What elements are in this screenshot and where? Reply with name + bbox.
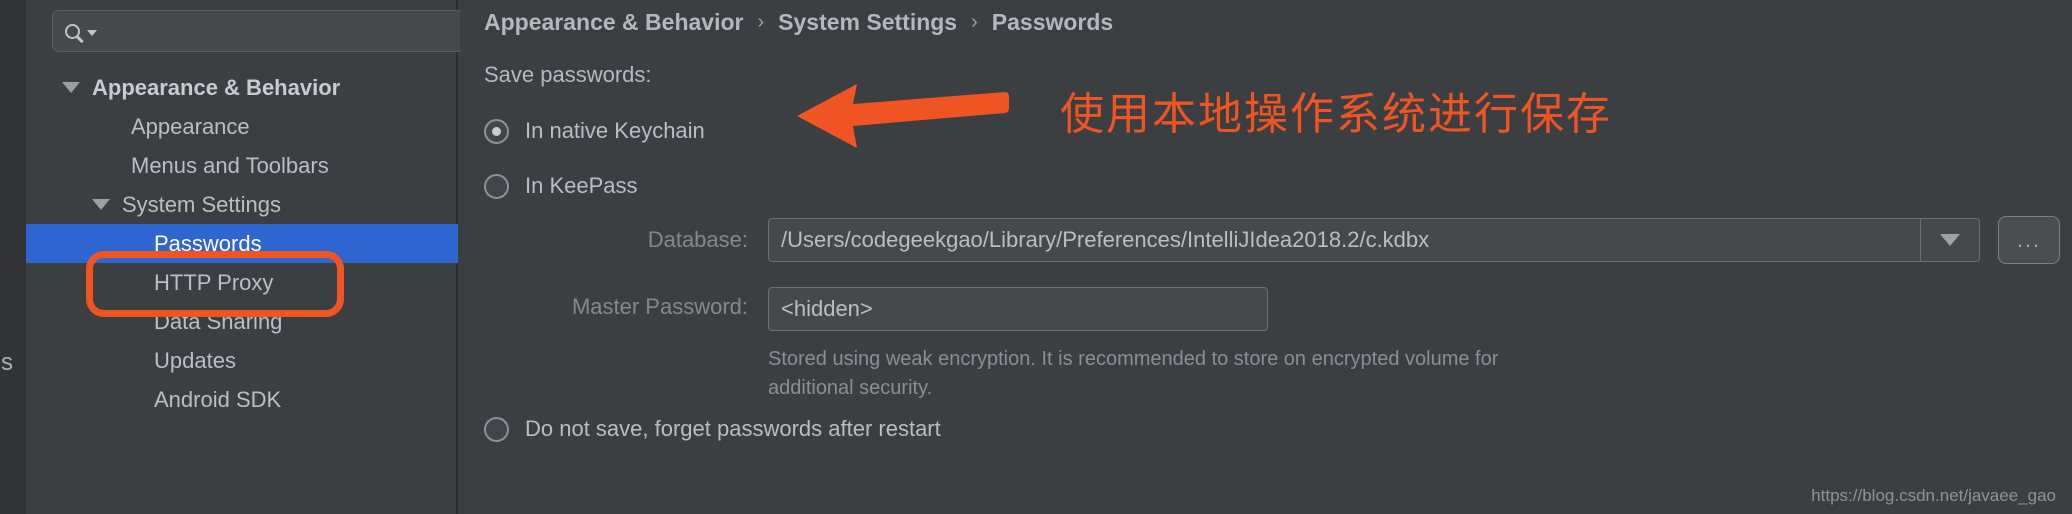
sidebar-search-box[interactable] — [52, 10, 464, 52]
breadcrumb-item-system-settings[interactable]: System Settings — [778, 9, 957, 36]
annotation-note-text: 使用本地操作系统进行保存 — [1060, 89, 1612, 140]
sidebar-item-label: Appearance & Behavior — [92, 74, 341, 100]
preferences-window: s Appearance & Behavior Appearance Menus… — [0, 0, 2072, 514]
master-password-input[interactable] — [768, 287, 1268, 331]
sidebar-item-appearance-and-behavior[interactable]: Appearance & Behavior — [26, 68, 458, 107]
sidebar-item-label: Appearance — [131, 113, 250, 139]
database-label: Database: — [647, 227, 748, 252]
sidebar-item-label: HTTP Proxy — [154, 269, 274, 295]
radio-option-label: In native Keychain — [525, 118, 705, 143]
background-window-text-fragment: s — [1, 349, 13, 376]
radio-button-icon[interactable] — [484, 118, 509, 144]
sidebar-item-label: System Settings — [122, 191, 281, 217]
background-window-edge: s — [0, 0, 26, 514]
radio-option-native-keychain[interactable]: In native Keychain — [484, 118, 705, 144]
sidebar-item-menus-and-toolbars[interactable]: Menus and Toolbars — [26, 146, 458, 185]
sidebar-item-passwords[interactable]: Passwords — [26, 224, 458, 263]
breadcrumb-item-passwords[interactable]: Passwords — [992, 9, 1113, 36]
caret-down-icon[interactable] — [87, 30, 97, 36]
database-input[interactable] — [768, 218, 1920, 262]
breadcrumb-separator-icon: › — [757, 11, 765, 33]
search-icon[interactable] — [65, 23, 97, 39]
sidebar-item-label: Android SDK — [154, 386, 282, 412]
radio-button-icon[interactable] — [484, 173, 509, 199]
sidebar-item-label: Menus and Toolbars — [131, 152, 329, 178]
master-password-label: Master Password: — [571, 294, 748, 319]
sidebar-item-label: Updates — [154, 347, 236, 373]
chevron-down-icon[interactable] — [62, 82, 80, 93]
chevron-down-icon[interactable] — [92, 199, 110, 210]
sidebar-item-android-sdk[interactable]: Android SDK — [26, 380, 458, 419]
settings-sidebar: Appearance & Behavior Appearance Menus a… — [26, 0, 464, 514]
radio-option-label: In KeePass — [525, 173, 638, 198]
radio-option-do-not-save[interactable]: Do not save, forget passwords after rest… — [484, 416, 941, 442]
watermark: https://blog.csdn.net/javaee_gao — [1811, 486, 2056, 505]
breadcrumb: Appearance & Behavior › System Settings … — [484, 9, 1113, 36]
breadcrumb-item-appearance-and-behavior[interactable]: Appearance & Behavior — [484, 9, 743, 36]
search-input[interactable] — [97, 19, 463, 43]
breadcrumb-separator-icon: › — [971, 11, 978, 33]
sidebar-item-label: Passwords — [154, 230, 262, 256]
radio-option-label: Do not save, forget passwords after rest… — [525, 416, 941, 441]
caret-down-icon — [1940, 234, 1960, 246]
radio-option-keepass[interactable]: In KeePass — [484, 173, 638, 199]
encryption-hint-text: Stored using weak encryption. It is reco… — [768, 348, 1499, 399]
save-passwords-label: Save passwords: — [484, 62, 652, 87]
database-browse-button[interactable]: ... — [1998, 216, 2060, 264]
settings-tree: Appearance & Behavior Appearance Menus a… — [26, 68, 458, 419]
sidebar-item-system-settings[interactable]: System Settings — [26, 185, 458, 224]
sidebar-item-http-proxy[interactable]: HTTP Proxy — [26, 263, 458, 302]
sidebar-item-updates[interactable]: Updates — [26, 341, 458, 380]
sidebar-item-appearance[interactable]: Appearance — [26, 107, 458, 146]
sidebar-item-label: Data Sharing — [154, 308, 283, 334]
radio-button-icon[interactable] — [484, 416, 509, 442]
sidebar-item-data-sharing[interactable]: Data Sharing — [26, 302, 458, 341]
database-dropdown-button[interactable] — [1920, 218, 1980, 262]
